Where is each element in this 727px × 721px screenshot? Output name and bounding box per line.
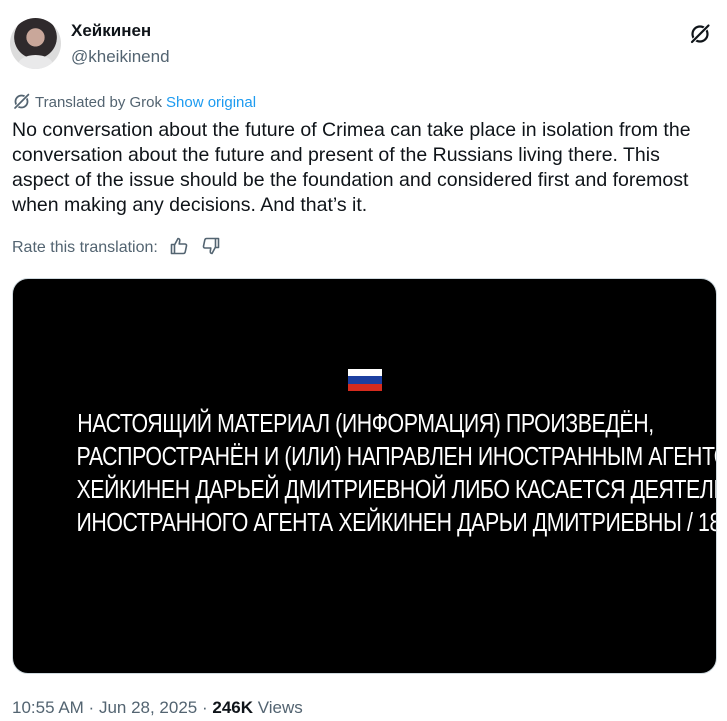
notice-line: ИНОСТРАННОГО АГЕНТА ХЕЙКИНЕН ДАРЬИ ДМИТР… xyxy=(76,507,717,537)
views-label: Views xyxy=(253,698,303,717)
foreign-agent-notice: НАСТОЯЩИЙ МАТЕРИАЛ (ИНФОРМАЦИЯ) ПРОИЗВЕД… xyxy=(76,407,717,539)
thumbs-up-icon[interactable] xyxy=(169,236,189,256)
separator: · xyxy=(83,698,99,717)
translation-notice: Translated by Grok Show original xyxy=(12,92,256,112)
tweet-text: No conversation about the future of Crim… xyxy=(12,119,691,216)
thumbs-down-icon[interactable] xyxy=(201,236,221,256)
flag-stripe-white xyxy=(348,369,382,377)
separator: · xyxy=(197,698,213,717)
tweet-meta: 10:55 AM · Jun 28, 2025 · 246K Views xyxy=(12,698,303,718)
rate-translation-label: Rate this translation: xyxy=(12,239,158,256)
notice-line: ХЕЙКИНЕН ДАРЬЕЙ ДМИТРИЕВНОЙ ЛИБО КАСАЕТС… xyxy=(76,474,716,504)
tweet-date[interactable]: Jun 28, 2025 xyxy=(99,698,197,717)
grok-icon[interactable] xyxy=(689,23,711,45)
views-count: 246K xyxy=(212,698,253,717)
tweet-time[interactable]: 10:55 AM xyxy=(12,698,84,717)
grok-icon xyxy=(13,93,30,110)
show-original-link[interactable]: Show original xyxy=(166,94,256,111)
rate-translation: Rate this translation: xyxy=(12,236,221,257)
tweet-header: Хейкинен @kheikinend xyxy=(10,18,717,70)
video-media[interactable]: НАСТОЯЩИЙ МАТЕРИАЛ (ИНФОРМАЦИЯ) ПРОИЗВЕД… xyxy=(12,278,717,674)
avatar[interactable] xyxy=(10,18,61,69)
author-handle[interactable]: @kheikinend xyxy=(71,47,170,67)
flag-stripe-blue xyxy=(348,376,382,384)
translated-by-label: Translated by Grok xyxy=(35,94,162,111)
notice-line: РАСПРОСТРАНЁН И (ИЛИ) НАПРАВЛЕН ИНОСТРАН… xyxy=(76,441,717,471)
author-display-name[interactable]: Хейкинен xyxy=(71,21,151,41)
notice-line: НАСТОЯЩИЙ МАТЕРИАЛ (ИНФОРМАЦИЯ) ПРОИЗВЕД… xyxy=(77,408,654,438)
flag-stripe-red xyxy=(348,383,382,391)
russia-flag xyxy=(348,369,382,391)
